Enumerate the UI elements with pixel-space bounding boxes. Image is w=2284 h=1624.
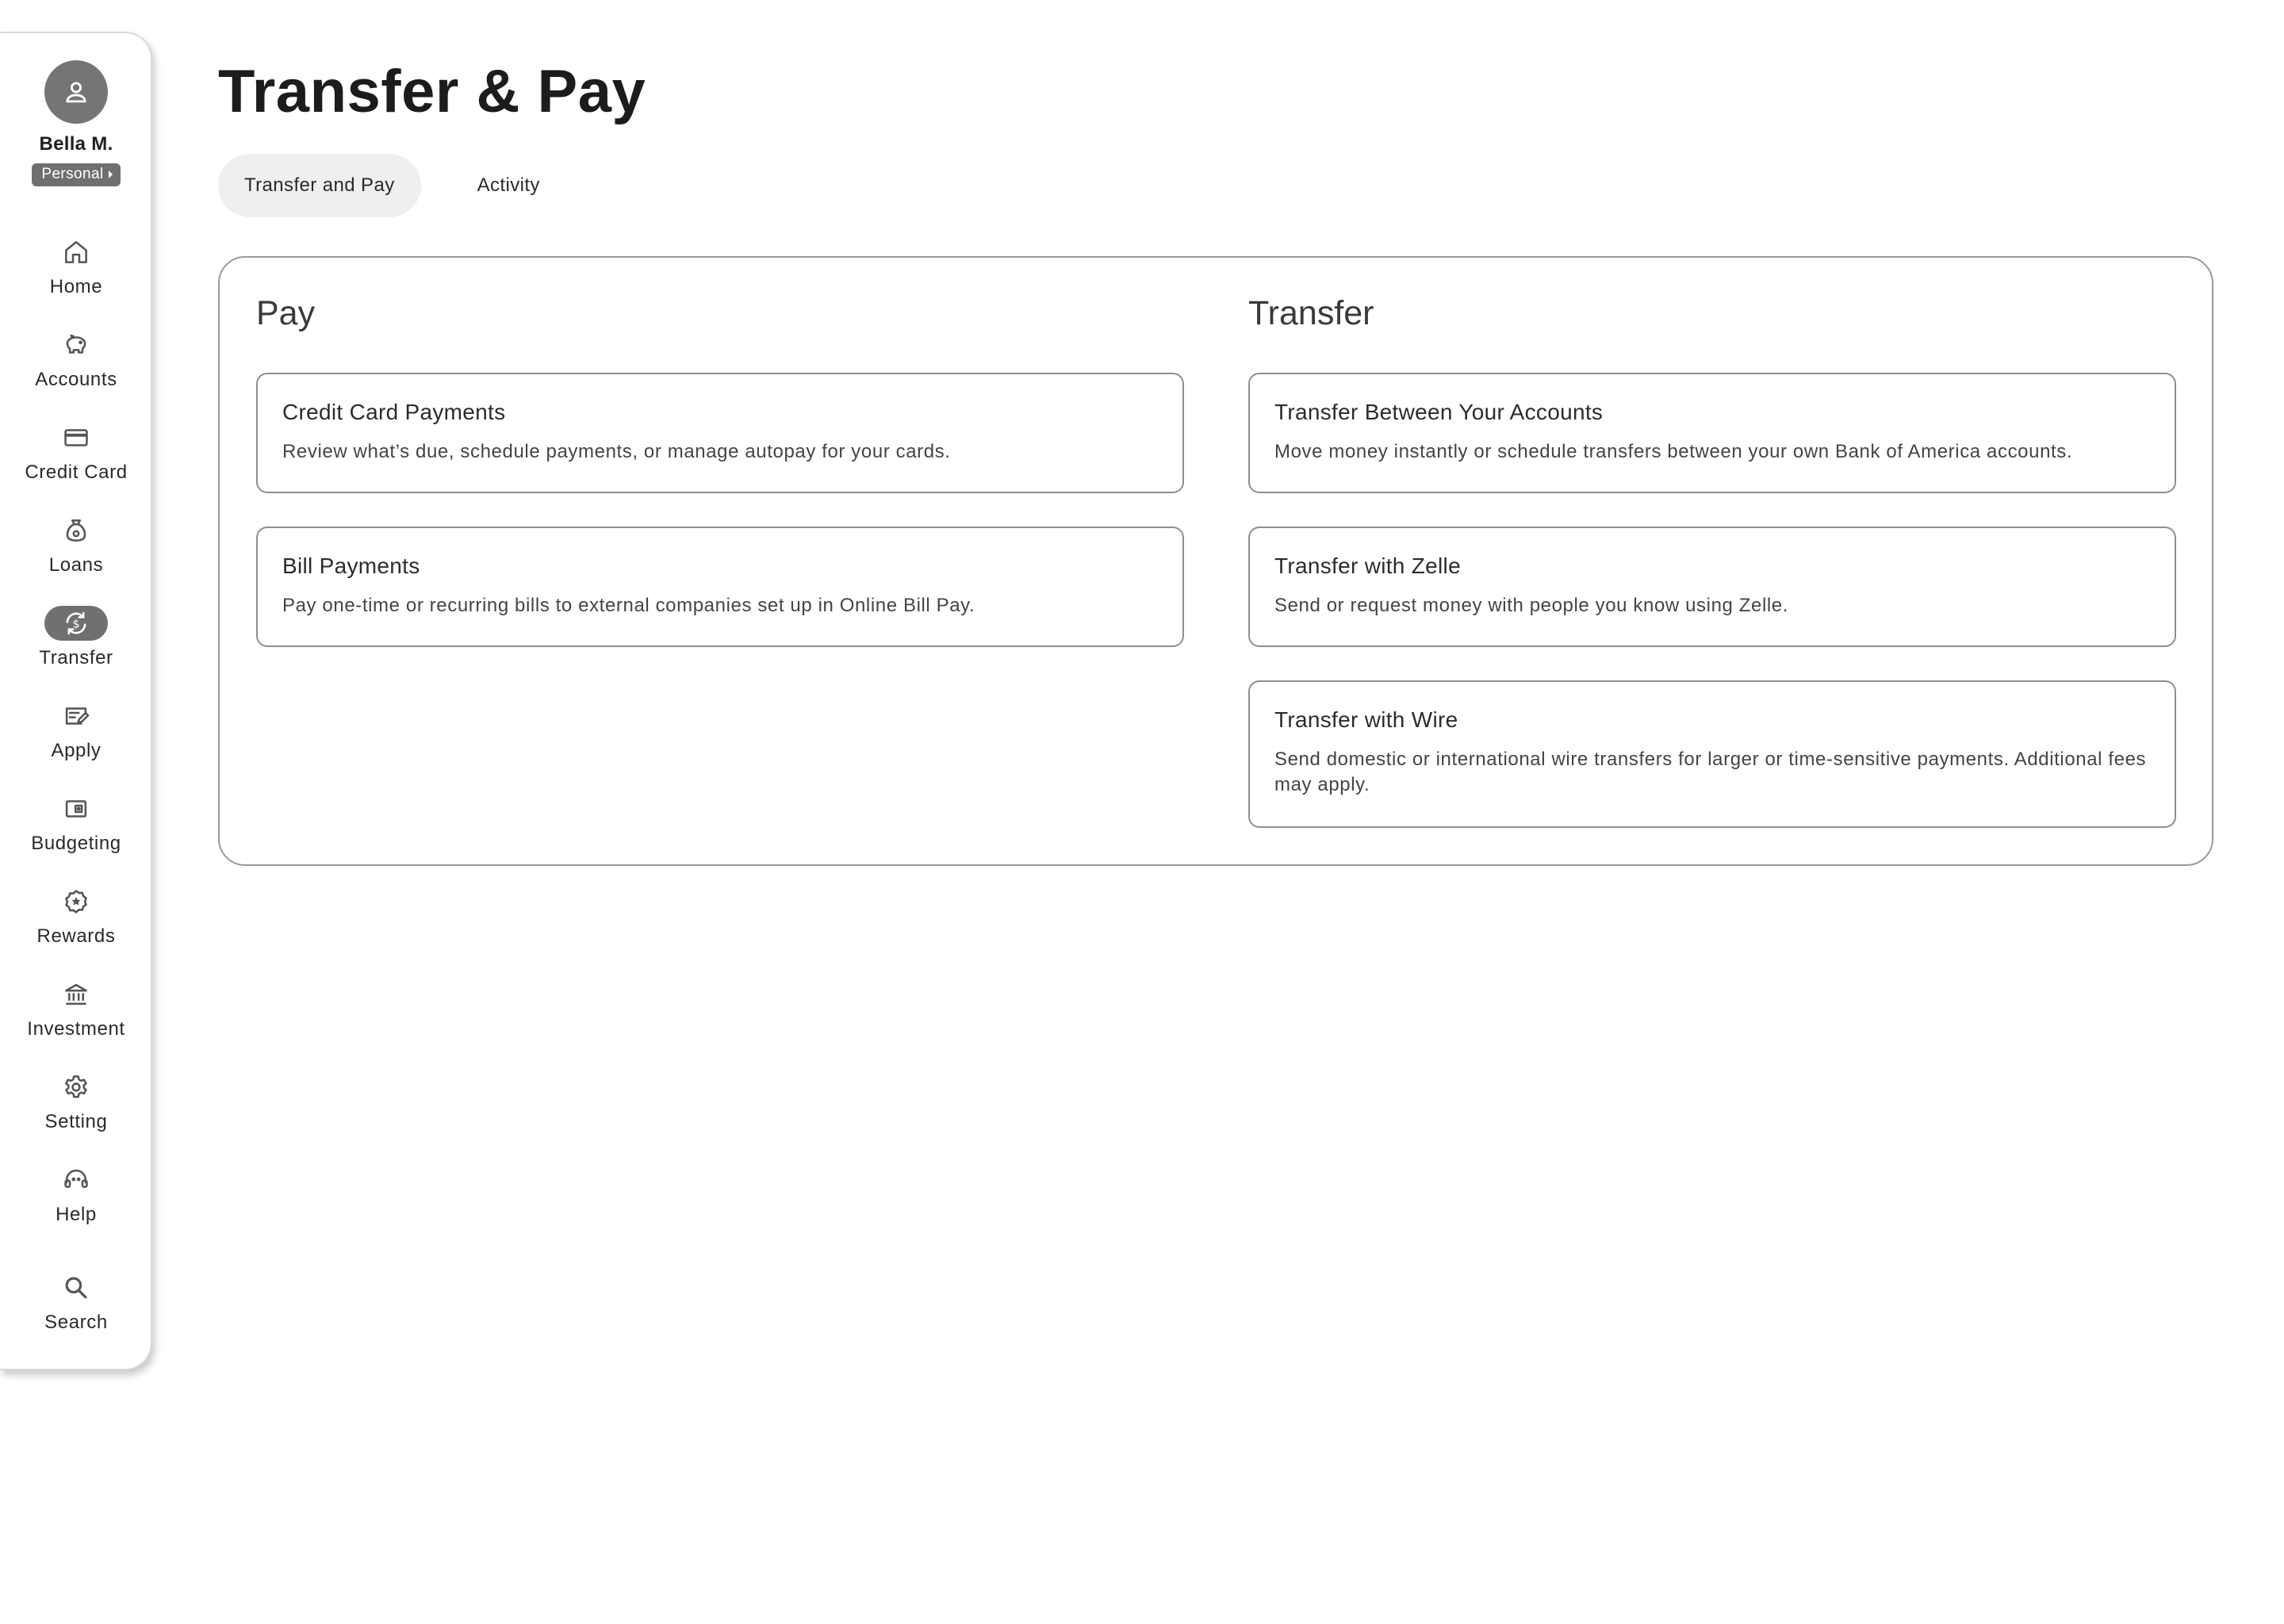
sidebar-item-search[interactable]: Search: [0, 1270, 152, 1334]
apply-form-icon: [65, 707, 90, 725]
card-description: Send or request money with people you kn…: [1274, 595, 1789, 616]
transfer-icon: $: [66, 611, 86, 635]
sidebar-item-label: Search: [44, 1312, 108, 1333]
sidebar-item-label: Help: [56, 1204, 97, 1225]
svg-text:$: $: [72, 619, 79, 631]
gear-icon: [64, 1075, 87, 1098]
tab-activity[interactable]: Activity: [451, 154, 566, 217]
card-description: Move money instantly or schedule transfe…: [1274, 441, 2073, 462]
sidebar-item-loans[interactable]: Loans: [0, 513, 152, 576]
account-type-badge[interactable]: Personal: [32, 163, 121, 186]
sidebar-item-home[interactable]: Home: [0, 235, 152, 298]
rewards-star-icon: [65, 890, 87, 914]
tab-bar: Transfer and Pay Activity: [218, 154, 566, 217]
user-icon: [66, 82, 86, 103]
card-title: Transfer with Wire: [1274, 707, 1458, 732]
sidebar-item-rewards[interactable]: Rewards: [0, 884, 152, 948]
sidebar-item-label: Transfer: [39, 647, 113, 668]
sidebar-item-label: Investment: [27, 1018, 125, 1040]
card-title: Transfer Between Your Accounts: [1274, 400, 1604, 424]
sidebar-item-credit-card[interactable]: Credit Card: [0, 420, 152, 484]
headset-icon: [64, 1169, 88, 1188]
sidebar-item-label: Credit Card: [25, 462, 128, 483]
sidebar-item-label: Loans: [48, 554, 104, 576]
sidebar-item-label: Accounts: [35, 369, 117, 390]
bill-payments-card[interactable]: Bill Payments Pay one-time or recurring …: [256, 527, 1184, 647]
sidebar-item-label: Setting: [44, 1111, 108, 1132]
caret-right-icon: [108, 170, 113, 178]
sidebar-item-transfer[interactable]: $ Transfer: [0, 606, 152, 669]
credit-card-payments-card[interactable]: Credit Card Payments Review what’s due, …: [256, 373, 1184, 493]
transfer-between-accounts-card[interactable]: Transfer Between Your Accounts Move mone…: [1248, 373, 2176, 493]
sidebar-item-label: Budgeting: [31, 833, 121, 854]
profile-section: Bella M. Personal: [0, 60, 152, 186]
sidebar-item-apply[interactable]: Apply: [0, 699, 152, 762]
user-name: Bella M.: [39, 133, 113, 155]
sidebar-item-help[interactable]: Help: [0, 1162, 152, 1226]
card-description: Review what’s due, schedule payments, or…: [282, 441, 951, 462]
pay-section-title: Pay: [256, 294, 316, 332]
search-icon: [65, 1277, 87, 1299]
tab-transfer-and-pay[interactable]: Transfer and Pay: [218, 154, 421, 217]
card-description: Pay one-time or recurring bills to exter…: [282, 595, 975, 616]
page-title: Transfer & Pay: [218, 58, 646, 125]
sidebar: Bella M. Personal Home Accounts Credit C…: [0, 32, 152, 1370]
sidebar-item-setting[interactable]: Setting: [0, 1070, 152, 1133]
sidebar-item-budgeting[interactable]: Budgeting: [0, 791, 152, 855]
transfer-section-title: Transfer: [1248, 294, 1374, 332]
card-description: Send domestic or international wire tran…: [1274, 749, 2147, 795]
credit-card-icon: [64, 429, 88, 446]
transfer-with-wire-card[interactable]: Transfer with Wire Send domestic or inte…: [1248, 680, 2176, 828]
card-title: Bill Payments: [282, 553, 420, 578]
piggy-bank-icon: [66, 334, 86, 354]
sidebar-item-accounts[interactable]: Accounts: [0, 327, 152, 391]
card-title: Transfer with Zelle: [1274, 553, 1461, 578]
transfer-pay-panel: Pay Credit Card Payments Review what’s d…: [218, 256, 2213, 866]
transfer-with-zelle-card[interactable]: Transfer with Zelle Send or request mone…: [1248, 527, 2176, 647]
sidebar-item-label: Apply: [51, 740, 102, 761]
money-bag-icon: [66, 519, 86, 542]
wallet-icon: [65, 800, 87, 818]
card-title: Credit Card Payments: [282, 400, 506, 424]
avatar[interactable]: [44, 60, 108, 124]
bank-building-icon: [65, 983, 87, 1005]
sidebar-item-label: Rewards: [36, 925, 116, 947]
sidebar-item-investment[interactable]: Investment: [0, 977, 152, 1040]
home-icon: [65, 241, 87, 263]
sidebar-item-label: Home: [49, 276, 103, 297]
account-type-label: Personal: [41, 166, 104, 182]
